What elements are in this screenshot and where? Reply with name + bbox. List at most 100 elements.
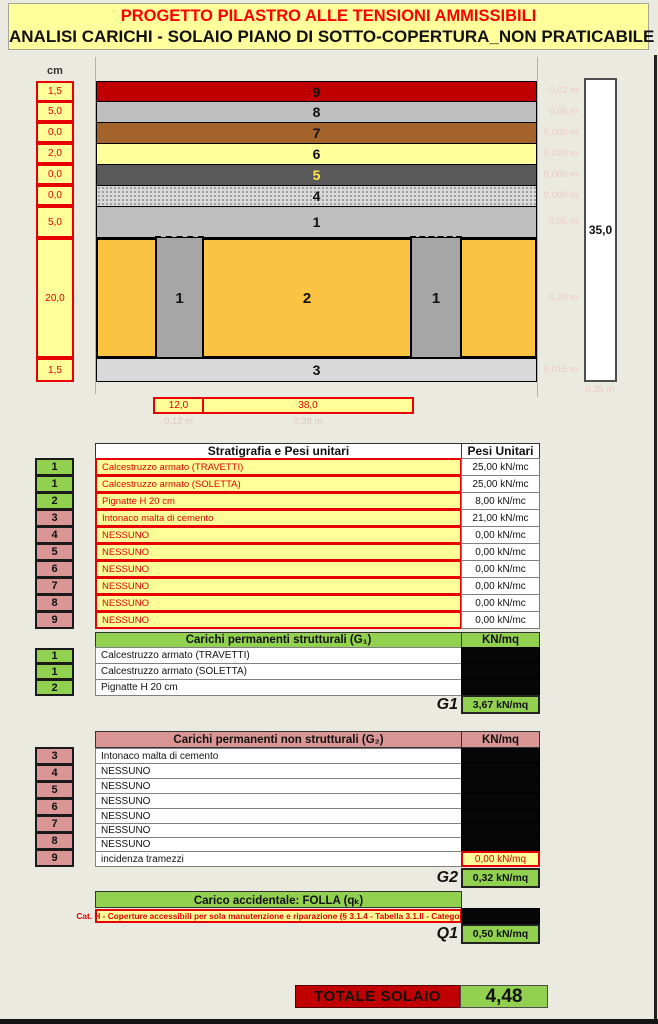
page-title: PROGETTO PILASTRO ALLE TENSIONI AMMISSIB… [120, 7, 537, 25]
thickness-input[interactable]: 2,0 [36, 143, 74, 164]
layer-4: 4 [96, 185, 537, 207]
strat-index: 5 [35, 543, 74, 561]
strat-weight-value: 0,00 kN/mc [461, 594, 540, 612]
g1-total-label: G1 [436, 696, 458, 713]
total-thickness-box: 35,0 [584, 78, 617, 382]
joist-band: 1 2 1 [96, 236, 537, 358]
g1-index: 2 [35, 679, 74, 696]
strat-material-input[interactable]: NESSUNO [95, 611, 462, 629]
joist-right-label: 1 [431, 289, 441, 307]
g2-row-label: NESSUNO [95, 763, 462, 779]
strat-material-input[interactable]: NESSUNO [95, 577, 462, 595]
thickness-input[interactable]: 5,0 [36, 101, 74, 122]
hollow-block [96, 238, 157, 358]
strat-weight-value: 0,00 kN/mc [461, 526, 540, 544]
q1-category-input[interactable]: Cat. H - Coperture accessibili per sola … [76, 909, 481, 923]
g2-hidden-value [461, 793, 540, 809]
width-joist-m: 0,12 m [163, 416, 194, 427]
strat-table-header: Stratigrafia e Pesi unitari [95, 443, 462, 459]
strat-weight-value: 0,00 kN/mc [461, 560, 540, 578]
g2-index: 6 [35, 798, 74, 816]
thickness-input[interactable]: 0,0 [36, 164, 74, 185]
g2-index: 7 [35, 815, 74, 833]
layer-9: 9 [96, 81, 537, 102]
g2-total-label: G2 [436, 869, 458, 886]
q1-total-value: 0,50 kN/mq [461, 924, 540, 944]
strat-index: 1 [35, 475, 74, 493]
meter-label: 0,000 m [543, 127, 578, 138]
g2-index: 4 [35, 764, 74, 782]
g2-total-value: 0,32 kN/mq [461, 868, 540, 888]
strat-weight-value: 0,00 kN/mc [461, 611, 540, 629]
page-right-border [654, 55, 657, 1024]
g2-hidden-value [461, 778, 540, 794]
joist-left-label: 1 [175, 289, 184, 307]
meter-label: 0,015 m [543, 364, 578, 375]
strat-material-input[interactable]: Calcestruzzo armato (SOLETTA) [95, 475, 462, 493]
width-joist-input[interactable]: 12,0 [153, 397, 204, 414]
g1-hidden-value [461, 647, 540, 664]
g2-incidenza-value-input[interactable]: 0,00 kN/mq [461, 851, 540, 867]
thickness-input[interactable]: 0,0 [36, 185, 74, 206]
strat-material-input[interactable]: NESSUNO [95, 526, 462, 544]
g1-hidden-value [461, 663, 540, 680]
page-subtitle: ANALISI CARICHI - SOLAIO PIANO DI SOTTO-… [9, 27, 655, 46]
g2-row-label: NESSUNO [95, 808, 462, 824]
meter-label: 0,000 m [543, 190, 578, 201]
thickness-input[interactable]: 1,5 [36, 81, 74, 102]
g2-row-label: NESSUNO [95, 823, 462, 838]
meter-label: 0,02 m [548, 85, 578, 96]
g1-table-header: Carichi permanenti strutturali (G₁) [95, 632, 462, 648]
g2-hidden-value [461, 808, 540, 824]
layer-1-slab: 1 [96, 206, 537, 238]
meter-label: 0,05 m [548, 106, 578, 117]
g1-hidden-value [461, 679, 540, 696]
g2-hidden-value [461, 748, 540, 764]
g1-total-value: 3,67 kN/mq [461, 695, 540, 714]
block-label: 2 [302, 289, 312, 307]
q1-section-header: Carico accidentale: FOLLA (qₖ) [95, 891, 462, 908]
strat-index: 7 [35, 577, 74, 595]
g1-value-header: KN/mq [461, 632, 540, 648]
g2-row-label: Intonaco malta di cemento [95, 748, 462, 764]
g2-hidden-value [461, 837, 540, 852]
g2-index: 5 [35, 781, 74, 799]
strat-material-input[interactable]: Intonaco malta di cemento [95, 509, 462, 527]
strat-material-input[interactable]: Calcestruzzo armato (TRAVETTI) [95, 458, 462, 476]
g2-row-label: NESSUNO [95, 778, 462, 794]
meter-label: 0,020 m [543, 148, 578, 159]
totale-solaio-value: 4,48 [460, 985, 548, 1008]
total-thickness-m: 0,35 m [585, 384, 615, 395]
q1-total-label: Q1 [436, 925, 458, 942]
page-bottom-border [0, 1019, 658, 1024]
strat-weight-value: 0,00 kN/mc [461, 543, 540, 561]
g2-hidden-value [461, 823, 540, 838]
g1-row-label: Calcestruzzo armato (SOLETTA) [95, 663, 462, 680]
layer-3-plaster: 3 [96, 358, 537, 382]
g1-row-label: Pignatte H 20 cm [95, 679, 462, 696]
strat-material-input[interactable]: NESSUNO [95, 594, 462, 612]
g1-row-label: Calcestruzzo armato (TRAVETTI) [95, 647, 462, 664]
width-block-input[interactable]: 38,0 [202, 397, 414, 414]
strat-index: 9 [35, 611, 74, 629]
thickness-input[interactable]: 0,0 [36, 122, 74, 143]
title-block: PROGETTO PILASTRO ALLE TENSIONI AMMISSIB… [8, 3, 655, 50]
thickness-input[interactable]: 5,0 [36, 206, 74, 238]
g2-incidenza-label: incidenza tramezzi [95, 851, 462, 867]
strat-index: 4 [35, 526, 74, 544]
totale-solaio-label: TOTALE SOLAIO [295, 985, 460, 1008]
thickness-input[interactable]: 1,5 [36, 358, 74, 382]
strat-value-header: Pesi Unitari [461, 443, 540, 459]
g2-index: 3 [35, 747, 74, 765]
strat-weight-value: 21,00 kN/mc [461, 509, 540, 527]
strat-material-input[interactable]: NESSUNO [95, 560, 462, 578]
g2-row-label: NESSUNO [95, 793, 462, 809]
strat-index: 8 [35, 594, 74, 612]
strat-weight-value: 8,00 kN/mc [461, 492, 540, 510]
strat-material-input[interactable]: NESSUNO [95, 543, 462, 561]
g1-index: 1 [35, 648, 74, 664]
thickness-input[interactable]: 20,0 [36, 238, 74, 358]
g2-table-header: Carichi permanenti non strutturali (G₂) [95, 731, 462, 748]
strat-index: 2 [35, 492, 74, 510]
strat-material-input[interactable]: Pignatte H 20 cm [95, 492, 462, 510]
